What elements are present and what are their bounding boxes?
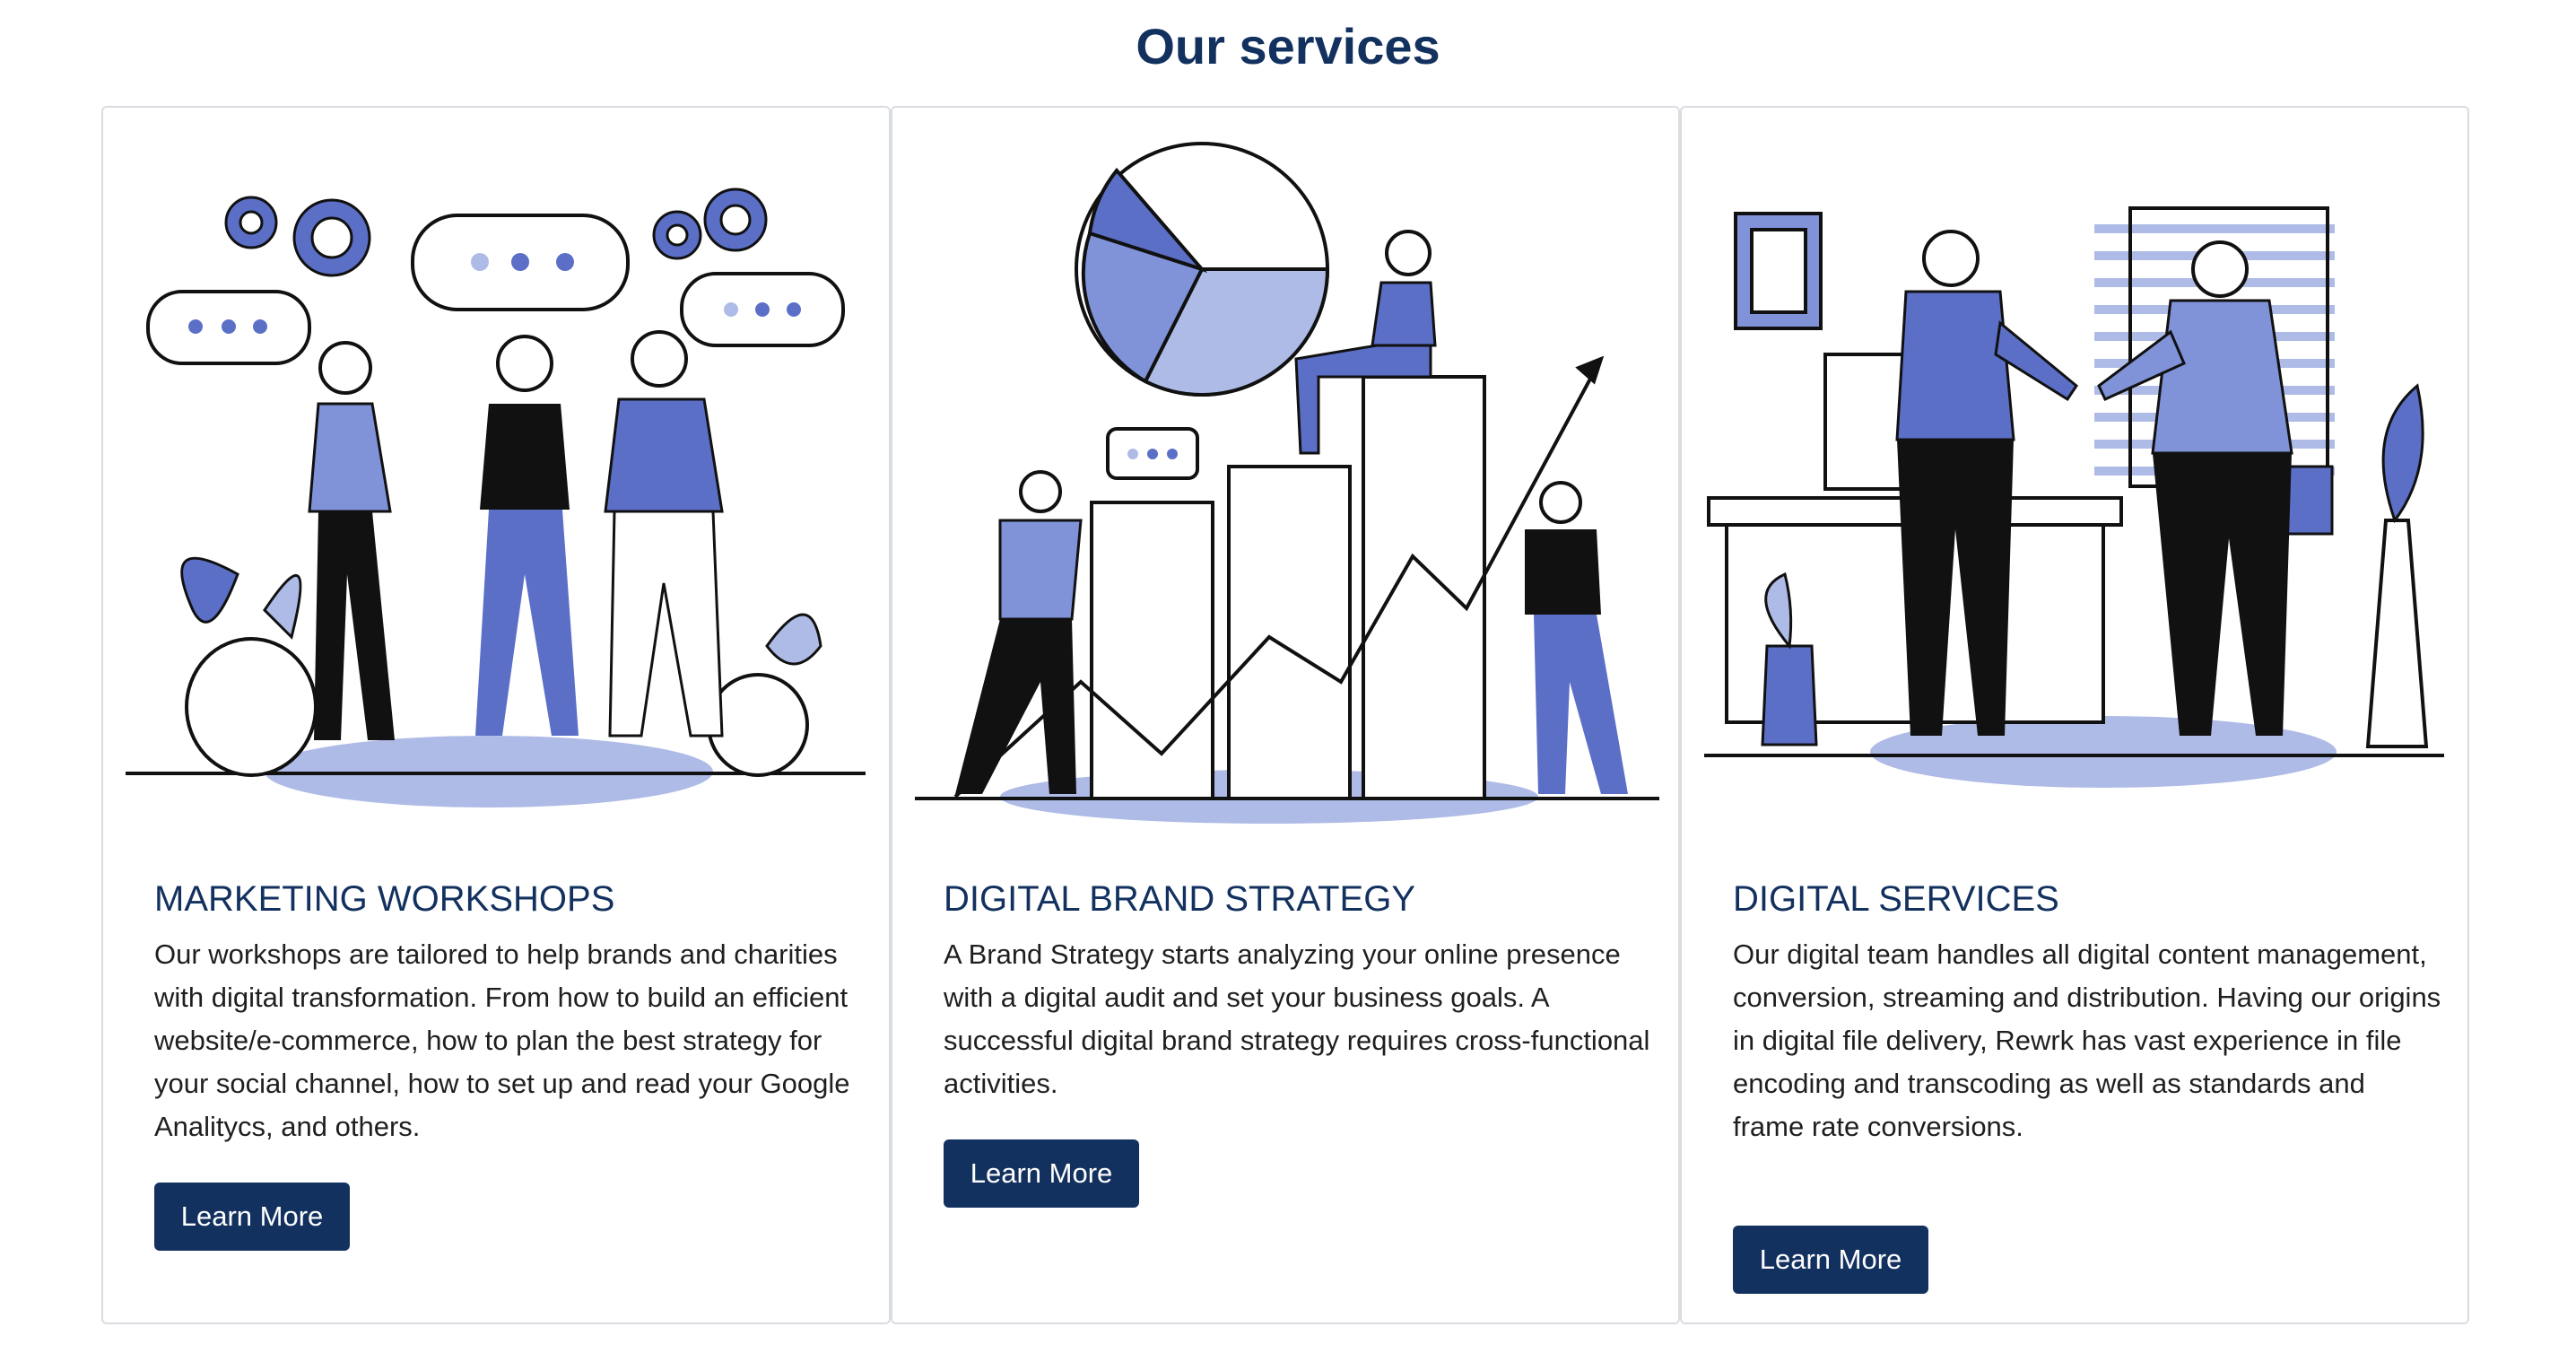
handshake-office-illustration: [1704, 206, 2444, 788]
service-card-marketing-workshops: MARKETING WORKSHOPS Our workshops are ta…: [101, 106, 891, 1324]
card-heading: DIGITAL BRAND STRATEGY: [944, 879, 1415, 919]
learn-more-button[interactable]: Learn More: [944, 1139, 1139, 1208]
service-card-digital-services: DIGITAL SERVICES Our digital team handle…: [1680, 106, 2469, 1324]
learn-more-button[interactable]: Learn More: [154, 1183, 350, 1251]
card-description: Our digital team handles all digital con…: [1733, 938, 2441, 1142]
card-description: A Brand Strategy starts analyzing your o…: [944, 938, 1650, 1099]
card-description: Our workshops are tailored to help brand…: [154, 938, 850, 1142]
section-title: Our services: [1136, 18, 1440, 74]
service-card-digital-brand-strategy: DIGITAL BRAND STRATEGY A Brand Strategy …: [891, 106, 1680, 1324]
card-heading: MARKETING WORKSHOPS: [154, 879, 615, 919]
learn-more-button[interactable]: Learn More: [1733, 1226, 1928, 1294]
marketing-workshop-illustration: [126, 188, 866, 807]
brand-strategy-chart-illustration: [915, 142, 1659, 824]
pie-chart-icon: [1075, 142, 1330, 397]
card-heading: DIGITAL SERVICES: [1733, 879, 2059, 919]
